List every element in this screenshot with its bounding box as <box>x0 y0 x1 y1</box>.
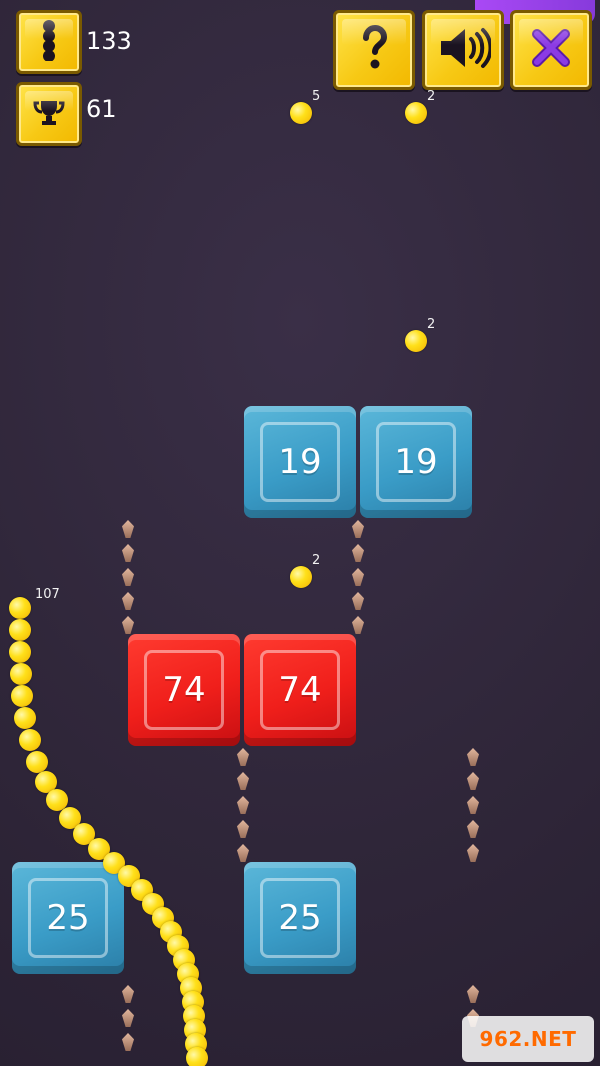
coin-value: 2 <box>427 317 436 332</box>
spike <box>237 796 249 814</box>
snake-segment <box>19 729 41 751</box>
spike-column <box>119 985 137 1057</box>
block-value: 25 <box>46 898 90 938</box>
game-stage[interactable]: 133 61 5 2 2 2 19 19 74 74 25 25 107 962… <box>0 0 600 1066</box>
spike <box>352 592 364 610</box>
spike <box>467 844 479 862</box>
spike-column <box>234 748 252 868</box>
spike <box>122 985 134 1003</box>
blue-block: 19 <box>244 406 356 518</box>
spike <box>122 616 134 634</box>
spike <box>467 820 479 838</box>
coin-pickup <box>290 566 312 588</box>
coin-value: 2 <box>427 89 436 104</box>
blue-block: 25 <box>244 862 356 974</box>
coin-pickup <box>290 102 312 124</box>
close-button[interactable] <box>510 10 592 90</box>
spike <box>237 772 249 790</box>
trophy-icon <box>32 98 66 130</box>
snake-length-badge <box>16 10 82 74</box>
snake-segment <box>11 685 33 707</box>
block-value: 74 <box>278 670 322 710</box>
spike <box>467 772 479 790</box>
block-value: 19 <box>394 442 438 482</box>
snake-segment <box>9 597 31 619</box>
best-score-badge <box>16 82 82 146</box>
snake-icon <box>37 19 61 65</box>
spike-column <box>464 748 482 868</box>
spike <box>352 568 364 586</box>
speaker-icon <box>435 25 493 75</box>
spike <box>122 520 134 538</box>
coin-pickup <box>405 330 427 352</box>
snake-segment <box>26 751 48 773</box>
spike <box>122 1033 134 1051</box>
spike <box>237 844 249 862</box>
sound-button[interactable] <box>422 10 504 90</box>
coin-pickup <box>405 102 427 124</box>
spike-column <box>119 520 137 640</box>
spike-column <box>349 520 367 640</box>
spike <box>467 985 479 1003</box>
snake-segment <box>14 707 36 729</box>
spike <box>467 748 479 766</box>
close-icon <box>527 24 575 76</box>
spike <box>237 748 249 766</box>
snake-length: 107 <box>35 587 60 602</box>
spike <box>352 544 364 562</box>
snake-segment <box>10 663 32 685</box>
spike <box>122 1009 134 1027</box>
block-value: 74 <box>162 670 206 710</box>
coin-value: 2 <box>312 553 321 568</box>
red-block: 74 <box>244 634 356 746</box>
watermark: 962.NET <box>462 1016 594 1062</box>
snake-segment <box>9 641 31 663</box>
spike <box>122 592 134 610</box>
best-score-value: 61 <box>86 95 117 123</box>
snake-segment <box>9 619 31 641</box>
spike <box>467 796 479 814</box>
blue-block: 25 <box>12 862 124 974</box>
red-block: 74 <box>128 634 240 746</box>
spike <box>122 544 134 562</box>
spike <box>122 568 134 586</box>
spike <box>237 820 249 838</box>
blue-block: 19 <box>360 406 472 518</box>
snake-segment <box>186 1047 208 1066</box>
spike <box>352 520 364 538</box>
block-value: 25 <box>278 898 322 938</box>
spike <box>352 616 364 634</box>
help-button[interactable] <box>333 10 415 90</box>
score-value: 133 <box>86 27 132 55</box>
question-icon <box>354 24 394 76</box>
coin-value: 5 <box>312 89 321 104</box>
block-value: 19 <box>278 442 322 482</box>
